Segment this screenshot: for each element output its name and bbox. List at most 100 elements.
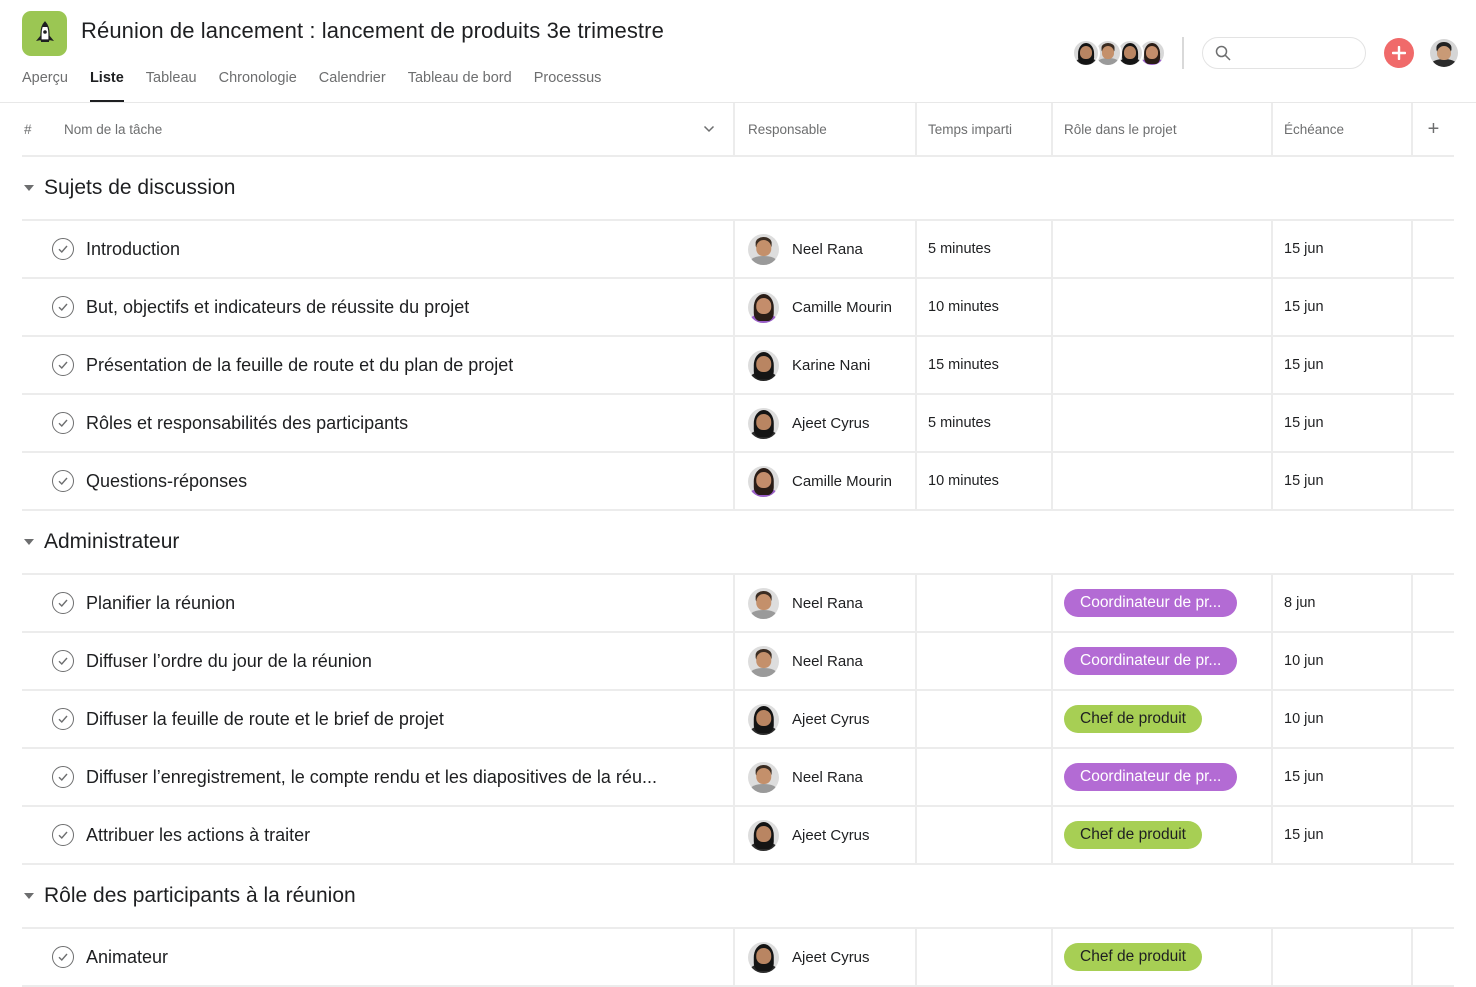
- time-cell[interactable]: [917, 929, 1053, 985]
- due-cell[interactable]: 15 jun: [1273, 453, 1413, 509]
- task-name-cell[interactable]: Planifier la réunion: [22, 575, 735, 631]
- task-name[interactable]: Diffuser la feuille de route et le brief…: [86, 709, 444, 730]
- task-name[interactable]: Planifier la réunion: [86, 593, 235, 614]
- task-name-cell[interactable]: But, objectifs et indicateurs de réussit…: [22, 279, 735, 335]
- complete-checkbox[interactable]: [52, 296, 74, 318]
- time-cell[interactable]: [917, 807, 1053, 863]
- time-cell[interactable]: 15 minutes: [917, 337, 1053, 393]
- complete-checkbox[interactable]: [52, 238, 74, 260]
- role-cell[interactable]: [1053, 395, 1273, 451]
- task-name-cell[interactable]: Présentation de la feuille de route et d…: [22, 337, 735, 393]
- project-members[interactable]: [1072, 39, 1166, 67]
- complete-checkbox[interactable]: [52, 946, 74, 968]
- task-row[interactable]: But, objectifs et indicateurs de réussit…: [22, 279, 1454, 337]
- task-name-cell[interactable]: Rôles et responsabilités des participant…: [22, 395, 735, 451]
- time-cell[interactable]: 10 minutes: [917, 279, 1053, 335]
- due-cell[interactable]: 15 jun: [1273, 395, 1413, 451]
- due-cell[interactable]: 8 jun: [1273, 575, 1413, 631]
- task-row[interactable]: Introduction Neel Rana 5 minutes 15 jun: [22, 221, 1454, 279]
- assignee-cell[interactable]: Ajeet Cyrus: [735, 807, 917, 863]
- tab-tableau[interactable]: Tableau: [146, 70, 197, 102]
- role-cell[interactable]: Chef de produit: [1053, 691, 1273, 747]
- time-cell[interactable]: [917, 749, 1053, 805]
- role-tag[interactable]: Chef de produit: [1064, 705, 1202, 733]
- section-header[interactable]: Sujets de discussion: [22, 157, 1454, 221]
- section-header[interactable]: Rôle des participants à la réunion: [22, 865, 1454, 929]
- time-cell[interactable]: [917, 691, 1053, 747]
- tab-aper-u[interactable]: Aperçu: [22, 70, 68, 102]
- task-name[interactable]: But, objectifs et indicateurs de réussit…: [86, 297, 469, 318]
- due-cell[interactable]: 15 jun: [1273, 221, 1413, 277]
- column-task-name[interactable]: # Nom de la tâche: [22, 103, 735, 155]
- due-cell[interactable]: 15 jun: [1273, 337, 1413, 393]
- role-tag[interactable]: Chef de produit: [1064, 943, 1202, 971]
- role-cell[interactable]: Coordinateur de pr...: [1053, 575, 1273, 631]
- complete-checkbox[interactable]: [52, 824, 74, 846]
- role-tag[interactable]: Coordinateur de pr...: [1064, 763, 1238, 791]
- add-column-button[interactable]: +: [1413, 103, 1454, 155]
- tab-liste[interactable]: Liste: [89, 70, 124, 102]
- project-icon[interactable]: [22, 11, 67, 56]
- role-tag[interactable]: Coordinateur de pr...: [1064, 647, 1238, 675]
- tab-chronologie[interactable]: Chronologie: [219, 70, 297, 102]
- task-name[interactable]: Questions-réponses: [86, 471, 247, 492]
- task-name-cell[interactable]: Attribuer les actions à traiter: [22, 807, 735, 863]
- collapse-triangle-icon[interactable]: [24, 539, 34, 545]
- user-avatar[interactable]: [1430, 39, 1458, 67]
- assignee-cell[interactable]: Neel Rana: [735, 221, 917, 277]
- due-cell[interactable]: 15 jun: [1273, 807, 1413, 863]
- time-cell[interactable]: [917, 575, 1053, 631]
- assignee-cell[interactable]: Ajeet Cyrus: [735, 929, 917, 985]
- complete-checkbox[interactable]: [52, 708, 74, 730]
- role-cell[interactable]: [1053, 453, 1273, 509]
- task-row[interactable]: Rôles et responsabilités des participant…: [22, 395, 1454, 453]
- due-cell[interactable]: 15 jun: [1273, 749, 1413, 805]
- due-cell[interactable]: [1273, 929, 1413, 985]
- time-cell[interactable]: 5 minutes: [917, 395, 1053, 451]
- complete-checkbox[interactable]: [52, 412, 74, 434]
- task-name-cell[interactable]: Diffuser l’ordre du jour de la réunion: [22, 633, 735, 689]
- task-name[interactable]: Animateur: [86, 947, 168, 968]
- task-row[interactable]: Planifier la réunion Neel Rana Coordinat…: [22, 575, 1454, 633]
- role-cell[interactable]: Chef de produit: [1053, 807, 1273, 863]
- task-name-cell[interactable]: Diffuser la feuille de route et le brief…: [22, 691, 735, 747]
- role-cell[interactable]: Coordinateur de pr...: [1053, 749, 1273, 805]
- complete-checkbox[interactable]: [52, 766, 74, 788]
- complete-checkbox[interactable]: [52, 354, 74, 376]
- role-cell[interactable]: Chef de produit: [1053, 929, 1273, 985]
- task-row[interactable]: Diffuser l’enregistrement, le compte ren…: [22, 749, 1454, 807]
- assignee-cell[interactable]: Ajeet Cyrus: [735, 691, 917, 747]
- due-cell[interactable]: 10 jun: [1273, 691, 1413, 747]
- task-row[interactable]: Diffuser la feuille de route et le brief…: [22, 691, 1454, 749]
- task-row[interactable]: Questions-réponses Camille Mourin 10 min…: [22, 453, 1454, 511]
- task-name[interactable]: Diffuser l’ordre du jour de la réunion: [86, 651, 372, 672]
- collapse-triangle-icon[interactable]: [24, 185, 34, 191]
- task-row[interactable]: Diffuser l’ordre du jour de la réunion N…: [22, 633, 1454, 691]
- column-role[interactable]: Rôle dans le projet: [1053, 103, 1273, 155]
- section-header[interactable]: Administrateur: [22, 511, 1454, 575]
- task-name[interactable]: Diffuser l’enregistrement, le compte ren…: [86, 767, 657, 788]
- column-due[interactable]: Échéance: [1273, 103, 1413, 155]
- task-row[interactable]: Animateur Ajeet Cyrus Chef de produit: [22, 929, 1454, 987]
- task-name-cell[interactable]: Diffuser l’enregistrement, le compte ren…: [22, 749, 735, 805]
- role-cell[interactable]: Coordinateur de pr...: [1053, 633, 1273, 689]
- role-cell[interactable]: [1053, 221, 1273, 277]
- task-name-cell[interactable]: Animateur: [22, 929, 735, 985]
- time-cell[interactable]: 5 minutes: [917, 221, 1053, 277]
- role-cell[interactable]: [1053, 279, 1273, 335]
- task-name[interactable]: Présentation de la feuille de route et d…: [86, 355, 513, 376]
- assignee-cell[interactable]: Neel Rana: [735, 633, 917, 689]
- column-responsible[interactable]: Responsable: [735, 103, 917, 155]
- add-button[interactable]: [1384, 38, 1414, 68]
- complete-checkbox[interactable]: [52, 470, 74, 492]
- task-name-cell[interactable]: Introduction: [22, 221, 735, 277]
- assignee-cell[interactable]: Neel Rana: [735, 749, 917, 805]
- task-name[interactable]: Attribuer les actions à traiter: [86, 825, 310, 846]
- time-cell[interactable]: [917, 633, 1053, 689]
- assignee-cell[interactable]: Ajeet Cyrus: [735, 395, 917, 451]
- tab-tableau-de-bord[interactable]: Tableau de bord: [408, 70, 512, 102]
- task-row[interactable]: Attribuer les actions à traiter Ajeet Cy…: [22, 807, 1454, 865]
- assignee-cell[interactable]: Camille Mourin: [735, 279, 917, 335]
- role-tag[interactable]: Chef de produit: [1064, 821, 1202, 849]
- role-cell[interactable]: [1053, 337, 1273, 393]
